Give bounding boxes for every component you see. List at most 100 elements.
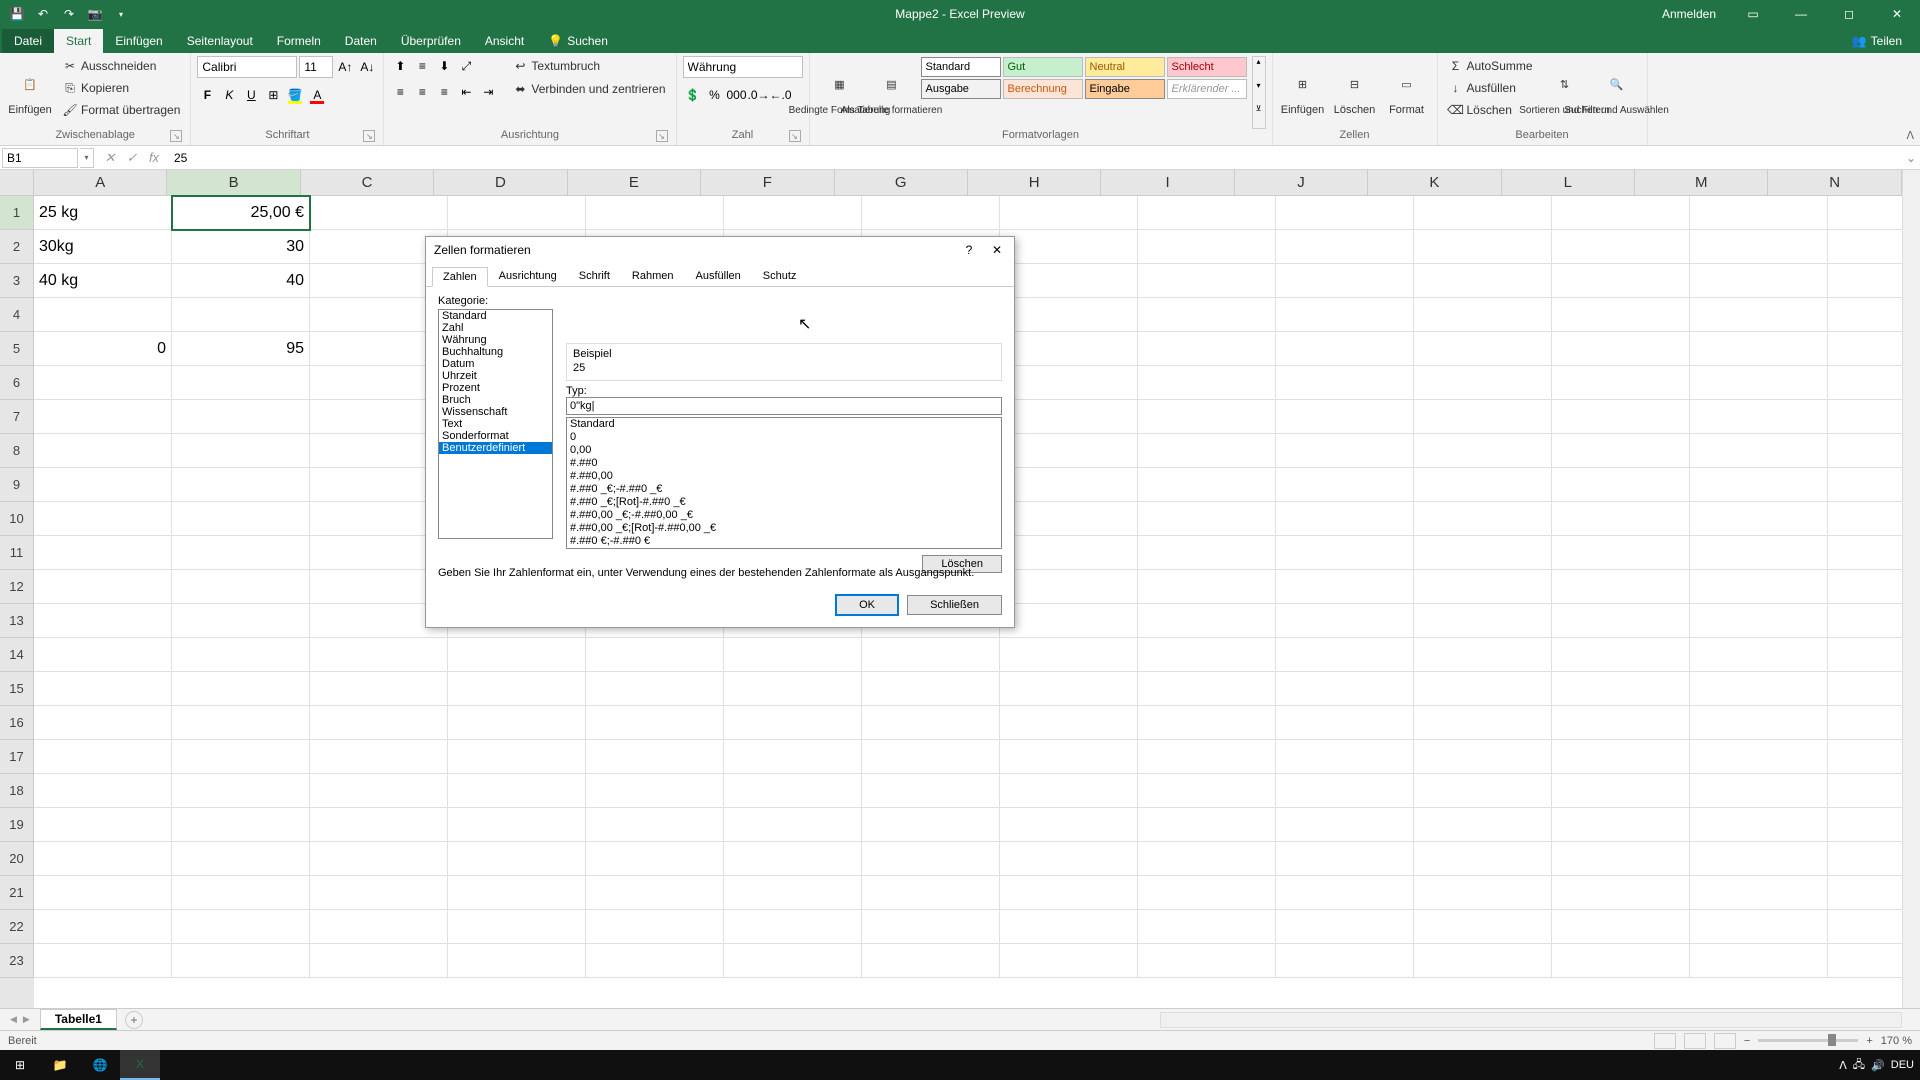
category-item[interactable]: Uhrzeit xyxy=(439,370,552,382)
cell[interactable] xyxy=(1690,638,1828,672)
cell[interactable] xyxy=(862,706,1000,740)
cell[interactable] xyxy=(1138,536,1276,570)
cell[interactable] xyxy=(172,298,310,332)
cell[interactable] xyxy=(1138,706,1276,740)
redo-icon[interactable]: ↷ xyxy=(58,3,80,25)
tab-daten[interactable]: Daten xyxy=(333,29,389,53)
cell[interactable] xyxy=(1552,740,1690,774)
cell[interactable] xyxy=(1138,230,1276,264)
cell[interactable] xyxy=(1000,298,1138,332)
type-input[interactable] xyxy=(566,397,1002,415)
column-header[interactable]: N xyxy=(1768,170,1901,196)
cell[interactable] xyxy=(1000,842,1138,876)
cell[interactable] xyxy=(1138,740,1276,774)
maximize-icon[interactable]: ◻ xyxy=(1826,0,1872,28)
cell[interactable] xyxy=(586,876,724,910)
category-item[interactable]: Buchhaltung xyxy=(439,346,552,358)
accounting-format-icon[interactable]: 💲 xyxy=(683,85,703,105)
cell[interactable] xyxy=(1000,774,1138,808)
row-header[interactable]: 10 xyxy=(0,502,34,536)
format-item[interactable]: 0 xyxy=(567,431,1001,444)
cell[interactable] xyxy=(586,672,724,706)
cell[interactable] xyxy=(1690,604,1828,638)
dialog-help-icon[interactable]: ? xyxy=(956,240,982,260)
cell[interactable] xyxy=(724,196,862,230)
file-explorer-icon[interactable]: 📁 xyxy=(40,1050,80,1080)
cell[interactable] xyxy=(1690,740,1828,774)
alignment-launcher-icon[interactable]: ↘ xyxy=(656,130,668,142)
cell[interactable] xyxy=(1000,944,1138,978)
cell[interactable] xyxy=(310,196,448,230)
column-header[interactable]: F xyxy=(701,170,834,196)
cell[interactable] xyxy=(310,706,448,740)
cell[interactable] xyxy=(1138,876,1276,910)
cell[interactable] xyxy=(586,910,724,944)
collapse-ribbon-icon[interactable]: ᐱ xyxy=(1906,129,1914,142)
cell[interactable] xyxy=(34,944,172,978)
cell[interactable] xyxy=(1690,400,1828,434)
format-cells-button[interactable]: ▭Format xyxy=(1383,56,1431,129)
cell[interactable] xyxy=(862,774,1000,808)
cell[interactable] xyxy=(724,672,862,706)
row-header[interactable]: 21 xyxy=(0,876,34,910)
comma-format-icon[interactable]: 000 xyxy=(727,85,747,105)
cell[interactable] xyxy=(310,740,448,774)
cell[interactable] xyxy=(1138,944,1276,978)
style-gut[interactable]: Gut xyxy=(1003,57,1083,77)
cell[interactable] xyxy=(1276,842,1414,876)
cell[interactable]: 25 kg xyxy=(34,196,172,230)
cell[interactable] xyxy=(586,740,724,774)
dialog-titlebar[interactable]: Zellen formatieren ? ✕ xyxy=(426,237,1014,263)
cell[interactable] xyxy=(1276,910,1414,944)
save-icon[interactable]: 💾 xyxy=(6,3,28,25)
cell[interactable] xyxy=(1414,706,1552,740)
dlg-tab-ausfullen[interactable]: Ausfüllen xyxy=(685,266,752,286)
sheet-nav-first-icon[interactable]: ◀ xyxy=(10,1014,17,1025)
cell[interactable] xyxy=(586,808,724,842)
cell[interactable] xyxy=(1414,808,1552,842)
cell[interactable] xyxy=(1690,298,1828,332)
cell[interactable] xyxy=(34,842,172,876)
zoom-in-icon[interactable]: + xyxy=(1866,1035,1872,1047)
cell[interactable] xyxy=(1552,706,1690,740)
cell[interactable] xyxy=(1276,570,1414,604)
cell[interactable] xyxy=(172,536,310,570)
tab-seitenlayout[interactable]: Seitenlayout xyxy=(175,29,265,53)
cell[interactable] xyxy=(862,672,1000,706)
row-header[interactable]: 22 xyxy=(0,910,34,944)
cell[interactable] xyxy=(1276,366,1414,400)
cell[interactable] xyxy=(1000,570,1138,604)
cell[interactable] xyxy=(1276,434,1414,468)
cell[interactable] xyxy=(586,638,724,672)
cell[interactable] xyxy=(1414,910,1552,944)
cell[interactable] xyxy=(1552,332,1690,366)
cell[interactable] xyxy=(1552,570,1690,604)
cell[interactable] xyxy=(310,944,448,978)
cell[interactable] xyxy=(1552,944,1690,978)
cell[interactable] xyxy=(1690,366,1828,400)
cell[interactable] xyxy=(1276,468,1414,502)
cell[interactable] xyxy=(1000,230,1138,264)
cell[interactable] xyxy=(1000,264,1138,298)
cell[interactable] xyxy=(1690,944,1828,978)
cell[interactable] xyxy=(172,740,310,774)
cell[interactable] xyxy=(1552,230,1690,264)
cell[interactable] xyxy=(1414,196,1552,230)
cell[interactable] xyxy=(1276,332,1414,366)
category-item[interactable]: Wissenschaft xyxy=(439,406,552,418)
cell[interactable] xyxy=(1552,536,1690,570)
font-color-button[interactable]: A xyxy=(307,85,327,105)
cell[interactable] xyxy=(1690,570,1828,604)
cell[interactable] xyxy=(1690,434,1828,468)
cell[interactable] xyxy=(1414,604,1552,638)
cell[interactable] xyxy=(1690,196,1828,230)
number-launcher-icon[interactable]: ↘ xyxy=(789,130,801,142)
cell[interactable] xyxy=(172,876,310,910)
dialog-close-icon[interactable]: ✕ xyxy=(984,240,1010,260)
cell[interactable] xyxy=(1276,876,1414,910)
cell[interactable] xyxy=(1690,842,1828,876)
cell[interactable] xyxy=(34,706,172,740)
fill-button[interactable]: ↓Ausfüllen xyxy=(1444,78,1537,98)
cell[interactable] xyxy=(862,740,1000,774)
cell[interactable] xyxy=(1552,842,1690,876)
